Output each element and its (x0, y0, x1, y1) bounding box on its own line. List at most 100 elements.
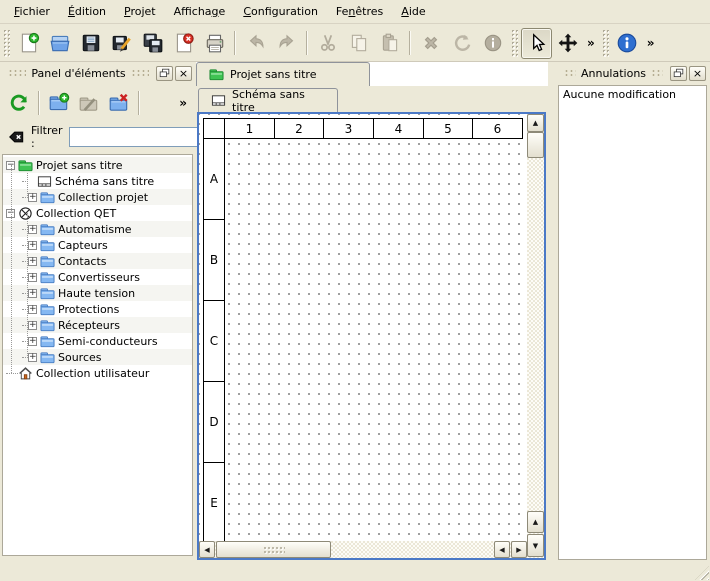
qelectrotech-window: { "menu": { "items": [ {"id":"fichier","… (0, 0, 710, 581)
open-file-button[interactable] (44, 28, 75, 59)
tree-item-sch-ma-sans-titre[interactable]: Schéma sans titre (3, 173, 192, 189)
new-category-icon (48, 92, 70, 114)
move-button[interactable] (552, 28, 583, 59)
scroll-right-button[interactable]: ▶ (511, 541, 527, 558)
expand-icon[interactable]: + (28, 353, 37, 362)
edit-category-button[interactable] (74, 88, 104, 118)
copy-button[interactable] (343, 28, 374, 59)
toolbar-handle[interactable] (3, 29, 10, 57)
expand-icon[interactable]: + (28, 337, 37, 346)
toolbar-overflow-button[interactable]: » (583, 36, 599, 50)
tree-guide-line (11, 165, 12, 373)
delete-button[interactable] (415, 28, 446, 59)
vertical-scroll-thumb[interactable] (527, 132, 544, 158)
reload-button[interactable] (4, 88, 34, 118)
scroll-down-button[interactable]: ▼ (527, 534, 544, 557)
delete-icon (420, 32, 442, 54)
toolbar-overflow-button[interactable]: » (175, 96, 191, 110)
expand-icon[interactable]: + (28, 289, 37, 298)
scroll-left-button[interactable]: ◀ (199, 541, 215, 558)
tree-item-protections[interactable]: +Protections (3, 301, 192, 317)
menu-edition[interactable]: Édition (59, 1, 115, 22)
scroll-up-button-2[interactable]: ▲ (527, 511, 544, 533)
copy-icon (348, 32, 370, 54)
expand-icon[interactable]: + (28, 305, 37, 314)
tab-project[interactable]: Projet sans titre (196, 62, 370, 86)
save-button[interactable] (75, 28, 106, 59)
info-blue-icon (616, 32, 638, 54)
vertical-scrollbar[interactable]: ▲ ▲ ▼ (527, 114, 544, 558)
close-file-button[interactable] (168, 28, 199, 59)
green-folder-icon (209, 67, 224, 82)
print-button[interactable] (199, 28, 230, 59)
menu-projet[interactable]: Projet (115, 1, 165, 22)
undo-button[interactable] (240, 28, 271, 59)
save-all-button[interactable] (137, 28, 168, 59)
horizontal-scrollbar[interactable]: ◀ ◀ ▶ (199, 541, 527, 558)
tree-item-label: Schéma sans titre (55, 175, 154, 188)
menu-affichage[interactable]: Affichage (165, 1, 235, 22)
delete-category-button[interactable] (104, 88, 134, 118)
float-panel-button[interactable] (156, 66, 173, 81)
schema-icon (37, 174, 52, 189)
tab-schema[interactable]: Schéma sans titre (198, 88, 338, 112)
menu-aide[interactable]: Aide (392, 1, 434, 22)
info-blue-button[interactable] (612, 28, 643, 59)
tree-item-collection-projet[interactable]: +Collection projet (3, 189, 192, 205)
expand-icon[interactable]: + (28, 193, 37, 202)
tree-item-haute-tension[interactable]: + Haute tension (3, 285, 192, 301)
schema-view: 123456ABCDE ▲ ▲ ▼ ◀ ◀ ▶ (197, 112, 546, 560)
toolbar-handle[interactable] (511, 29, 518, 57)
new-file-icon (18, 32, 40, 54)
delete-category-icon (108, 92, 130, 114)
tree-item-collection-qet[interactable]: −Collection QET (3, 205, 192, 221)
tree-item-r-cepteurs[interactable]: +Récepteurs (3, 317, 192, 333)
diagram-column-header: 4 (373, 118, 424, 139)
schema-canvas[interactable]: 123456ABCDE (199, 114, 527, 541)
menu-configuration[interactable]: Configuration (234, 1, 327, 22)
undo-icon (245, 32, 267, 54)
float-panel-button[interactable] (670, 66, 687, 81)
size-grip[interactable] (695, 566, 709, 580)
arrow-down-icon: ▼ (533, 542, 538, 550)
tree-item-semi-conducteurs[interactable]: +Semi-conducteurs (3, 333, 192, 349)
info-button[interactable] (477, 28, 508, 59)
tree-item-collection-utilisateur[interactable]: Collection utilisateur (3, 365, 192, 381)
new-category-button[interactable] (44, 88, 74, 118)
horizontal-scroll-thumb[interactable] (216, 541, 331, 558)
tree-item-label: Collection QET (36, 207, 116, 220)
info-icon (482, 32, 504, 54)
menu-fenetres[interactable]: Fenêtres (327, 1, 392, 22)
blue-folder-icon (40, 302, 55, 317)
expand-icon[interactable]: + (28, 257, 37, 266)
toolbar-overflow-button[interactable]: » (643, 36, 659, 50)
expand-icon[interactable]: + (28, 321, 37, 330)
expand-icon[interactable]: + (28, 241, 37, 250)
redo-button[interactable] (271, 28, 302, 59)
rotate-button[interactable] (446, 28, 477, 59)
tree-item-contacts[interactable]: +Contacts (3, 253, 192, 269)
undo-list-item[interactable]: Aucune modification (559, 86, 706, 103)
tree-item-convertisseurs[interactable]: +Convertisseurs (3, 269, 192, 285)
paste-button[interactable] (374, 28, 405, 59)
menu-fichier[interactable]: Fichier (5, 1, 59, 22)
tree-item-projet-sans-titre[interactable]: −Projet sans titre (3, 157, 192, 173)
project-tab-bar: Projet sans titre (196, 62, 548, 86)
close-panel-button[interactable]: × (689, 66, 706, 81)
tree-item-automatisme[interactable]: +Automatisme (3, 221, 192, 237)
tree-item-capteurs[interactable]: +Capteurs (3, 237, 192, 253)
expand-icon[interactable]: + (28, 225, 37, 234)
pointer-button[interactable] (521, 28, 552, 59)
cut-button[interactable] (312, 28, 343, 59)
tree-item-label: Haute tension (58, 287, 135, 300)
close-panel-button[interactable]: × (175, 66, 192, 81)
scroll-up-button[interactable]: ▲ (527, 114, 544, 132)
save-all-icon (142, 32, 164, 54)
expand-icon[interactable]: + (28, 273, 37, 282)
new-file-button[interactable] (13, 28, 44, 59)
save-as-button[interactable] (106, 28, 137, 59)
toolbar-handle[interactable] (602, 29, 609, 57)
tree-item-sources[interactable]: +Sources (3, 349, 192, 365)
scroll-left-button-2[interactable]: ◀ (494, 541, 510, 558)
schema-tab-label: Schéma sans titre (232, 88, 325, 114)
